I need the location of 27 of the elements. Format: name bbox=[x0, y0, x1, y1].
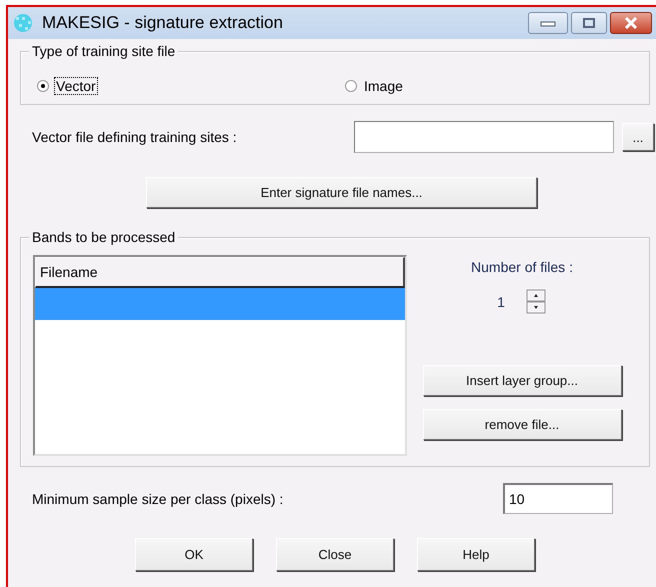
maximize-button[interactable] bbox=[571, 12, 607, 34]
help-button[interactable]: Help bbox=[417, 538, 535, 571]
enter-names-button[interactable]: Enter signature file names... bbox=[146, 177, 537, 208]
app-icon bbox=[12, 13, 34, 33]
close-button[interactable] bbox=[610, 12, 652, 34]
spinner-icon[interactable] bbox=[524, 289, 547, 315]
input-field[interactable]: 10 bbox=[503, 483, 613, 514]
count-value: 1 bbox=[497, 294, 505, 310]
field-label: Vector file defining training sites : bbox=[31, 129, 238, 145]
remove-file-button[interactable]: remove file... bbox=[422, 409, 622, 440]
field-label: Minimum sample size per class (pixels) : bbox=[31, 490, 284, 506]
maximize-icon bbox=[582, 17, 596, 29]
radio-button[interactable] bbox=[345, 80, 357, 92]
close-icon bbox=[623, 17, 639, 29]
browse-button[interactable]: ... bbox=[622, 123, 654, 151]
minimize-button[interactable] bbox=[528, 12, 568, 34]
count-label: Number of files : bbox=[471, 259, 573, 275]
window-title: MAKESIG - signature extraction bbox=[42, 13, 284, 33]
insert-group-button[interactable]: Insert layer group... bbox=[422, 365, 622, 396]
radio-label[interactable]: Vector bbox=[55, 78, 97, 94]
radio-label[interactable]: Image bbox=[363, 78, 404, 94]
input-field[interactable] bbox=[354, 121, 614, 153]
radio-button[interactable] bbox=[37, 80, 49, 92]
ok-button[interactable]: OK bbox=[135, 538, 253, 571]
column-header[interactable]: Filename bbox=[35, 257, 405, 288]
minimize-icon bbox=[540, 19, 556, 27]
close-dialog-button[interactable]: Close bbox=[276, 538, 394, 571]
